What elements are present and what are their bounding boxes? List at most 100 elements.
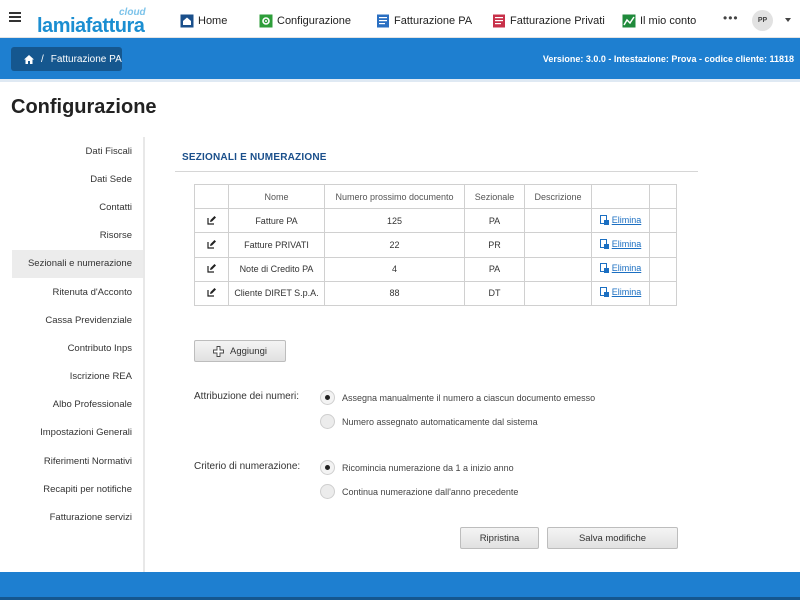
delete-link[interactable]: Elimina [599, 214, 642, 225]
nav-mio-conto[interactable]: Il mio conto [622, 12, 696, 30]
table-header-cell [649, 183, 677, 210]
table-header-row: Nome Numero prossimo documento Sezionale… [194, 183, 677, 210]
radio-assegna-manualmente[interactable]: Assegna manualmente il numero a ciascun … [320, 390, 595, 405]
delete-link[interactable]: Elimina [599, 238, 641, 249]
radio-label: Ricomincia numerazione da 1 a inizio ann… [342, 462, 514, 473]
footer-bar [0, 572, 800, 600]
sidebar-item-ritenuta[interactable]: Ritenuta d'Acconto [12, 278, 143, 306]
cell-descrizione [524, 208, 592, 234]
nav-mio-conto-label: Il mio conto [640, 15, 697, 27]
section-divider [175, 171, 698, 172]
cell-numero: 125 [324, 208, 465, 234]
chevron-down-icon[interactable] [785, 18, 791, 22]
radio-label: Continua numerazione dall'anno precedent… [342, 486, 519, 497]
save-button[interactable]: Salva modifiche [547, 527, 678, 549]
version-info: Versione: 3.0.0 - Intestazione: Prova - … [542, 54, 794, 64]
add-button-label: Aggiungi [230, 345, 267, 357]
nav-home-label: Home [198, 15, 228, 27]
radio-unselected-icon [320, 414, 335, 429]
brand-name-part2: miafattura [52, 15, 145, 37]
delete-link[interactable]: Elimina [599, 287, 642, 298]
breadcrumb-separator: / [41, 53, 44, 65]
sidebar-item-sezionali[interactable]: Sezionali e numerazione [12, 249, 143, 278]
delete-cell: Elimina [591, 232, 650, 258]
cell-sezionale: PA [464, 256, 525, 282]
edit-cell [194, 208, 229, 234]
account-chart-icon [622, 14, 636, 28]
top-navbar: lamiafattura cloud Home Configurazione F… [0, 0, 800, 38]
table-row: Cliente DIRET S.p.A. 88 DT Elimina [194, 280, 677, 306]
cell-nome: Fatture PRIVATI [228, 232, 325, 258]
brand-name-part1: la [37, 15, 53, 37]
sidebar-item-cassa-previdenziale[interactable]: Cassa Previdenziale [12, 306, 143, 334]
config-sidebar: Dati Fiscali Dati Sede Contatti Risorse … [12, 137, 145, 572]
nav-fatturazione-privati[interactable]: Fatturazione Privati [492, 12, 605, 30]
reset-button-label: Ripristina [479, 532, 520, 544]
edit-cell [194, 232, 229, 258]
edit-icon[interactable] [206, 215, 217, 225]
sidebar-item-albo-professionale[interactable]: Albo Professionale [12, 391, 143, 419]
sidebar-item-contributo-inps[interactable]: Contributo Inps [12, 334, 143, 362]
delete-label: Elimina [611, 287, 642, 298]
document-delete-icon [599, 214, 609, 225]
sezionali-table: Nome Numero prossimo documento Sezionale… [194, 183, 677, 306]
reset-button[interactable]: Ripristina [460, 527, 539, 549]
invoice-pa-icon [376, 14, 390, 28]
sidebar-item-dati-fiscali[interactable]: Dati Fiscali [12, 137, 143, 165]
delete-label: Elimina [611, 263, 642, 274]
home-icon [180, 14, 194, 28]
nav-configurazione-label: Configurazione [277, 15, 351, 27]
radio-numero-automatico[interactable]: Numero assegnato automaticamente dal sis… [320, 414, 538, 429]
brand-logo[interactable]: lamiafattura cloud [37, 7, 146, 37]
sidebar-item-fatturazione-servizi[interactable]: Fatturazione servizi [12, 503, 143, 531]
delete-link[interactable]: Elimina [599, 263, 642, 274]
delete-label: Elimina [611, 214, 642, 225]
sidebar-item-risorse[interactable]: Risorse [12, 222, 143, 250]
menu-icon[interactable] [9, 12, 21, 22]
cell-nome: Cliente DIRET S.p.A. [228, 280, 325, 306]
table-row: Note di Credito PA 4 PA Elimina [194, 256, 677, 282]
breadcrumb[interactable]: / Fatturazione PA [11, 47, 122, 71]
cell-numero: 88 [324, 280, 465, 306]
table-row: Fatture PRIVATI 22 PR Elimina [194, 232, 677, 258]
sidebar-item-contatti[interactable]: Contatti [12, 193, 143, 221]
cell-descrizione [524, 232, 592, 258]
attribuzione-label: Attribuzione dei numeri: [194, 391, 300, 402]
table-header-descrizione: Descrizione [524, 183, 592, 210]
table-header-cell [194, 183, 229, 210]
edit-icon[interactable] [206, 263, 217, 273]
nav-home[interactable]: Home [180, 12, 227, 30]
sidebar-item-impostazioni-generali[interactable]: Impostazioni Generali [12, 419, 143, 447]
cell-descrizione [524, 256, 592, 282]
header-divider [0, 79, 800, 82]
sidebar-item-dati-sede[interactable]: Dati Sede [12, 165, 143, 193]
sidebar-item-riferimenti-normativi[interactable]: Riferimenti Normativi [12, 447, 143, 475]
cell-numero: 4 [324, 256, 465, 282]
nav-fatturazione-pa[interactable]: Fatturazione PA [376, 12, 472, 30]
radio-label: Assegna manualmente il numero a ciascun … [342, 392, 596, 403]
sidebar-item-iscrizione-rea[interactable]: Iscrizione REA [12, 363, 143, 391]
sidebar-item-recapiti-notifiche[interactable]: Recapiti per notifiche [12, 475, 143, 503]
radio-selected-icon [320, 390, 335, 405]
edit-icon[interactable] [206, 287, 217, 297]
more-menu-icon[interactable]: ••• [723, 11, 739, 25]
empty-cell [649, 280, 677, 306]
radio-ricomincia[interactable]: Ricomincia numerazione da 1 a inizio ann… [320, 460, 514, 475]
nav-fatturazione-privati-label: Fatturazione Privati [510, 15, 605, 27]
empty-cell [649, 232, 677, 258]
delete-cell: Elimina [591, 280, 650, 306]
empty-cell [649, 256, 677, 282]
add-button[interactable]: Aggiungi [194, 340, 286, 362]
cell-nome: Fatture PA [228, 208, 325, 234]
radio-continua[interactable]: Continua numerazione dall'anno precedent… [320, 484, 518, 499]
edit-icon[interactable] [206, 239, 217, 249]
user-avatar[interactable]: PP [752, 10, 773, 31]
document-delete-icon [599, 238, 609, 249]
cell-numero: 22 [324, 232, 465, 258]
cell-sezionale: PA [464, 208, 525, 234]
table-header-cell [591, 183, 650, 210]
radio-selected-icon [320, 460, 335, 475]
edit-cell [194, 256, 229, 282]
brand-cloud-text: cloud [119, 7, 146, 18]
nav-configurazione[interactable]: Configurazione [259, 12, 351, 30]
